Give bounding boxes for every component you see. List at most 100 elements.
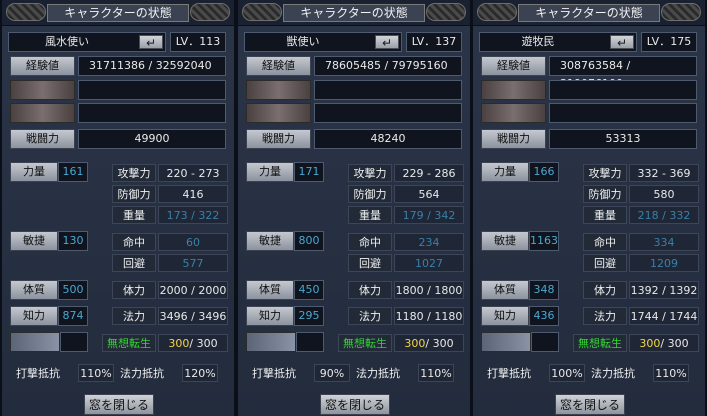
strike-res-value: 110% — [78, 364, 114, 382]
empty-slot-stone — [10, 80, 75, 100]
musou-label: 無想転生 — [102, 334, 156, 352]
atk-label: 攻撃力 — [112, 164, 156, 182]
dex-value: 800 — [294, 231, 324, 251]
level-display: LV．137 — [406, 32, 462, 52]
hp-label: 体力 — [583, 281, 627, 299]
title-bar: キャラクターの状態 — [2, 0, 234, 26]
str-label[interactable]: 力量 — [481, 162, 529, 182]
eva-value: 577 — [158, 254, 228, 272]
dex-label[interactable]: 敏捷 — [10, 231, 58, 251]
int-value: 295 — [294, 306, 324, 326]
eva-label: 回避 — [112, 254, 156, 272]
celtic-ornament-icon — [242, 3, 282, 21]
int-label[interactable]: 知力 — [10, 306, 58, 326]
empty-slot-stone — [246, 103, 311, 123]
def-label: 防御力 — [583, 185, 627, 203]
return-arrow-icon[interactable]: ↵ — [139, 35, 163, 50]
power-value: 53313 — [549, 129, 697, 149]
exp-label: 経験値 — [246, 56, 311, 76]
musou-max: / 300 — [189, 337, 218, 350]
int-value: 436 — [529, 306, 559, 326]
weight-value: 218 / 332 — [629, 206, 699, 224]
character-status-panel: キャラクターの状態 遊牧民 ↵ LV．175 経験値 308763584 / 3… — [471, 0, 707, 416]
weight-label: 重量 — [348, 206, 392, 224]
power-label: 戦闘力 — [246, 129, 311, 149]
str-value: 161 — [58, 162, 88, 182]
toggle-button[interactable] — [481, 332, 531, 352]
close-window-button[interactable]: 窓を閉じる — [320, 394, 390, 415]
con-label[interactable]: 体質 — [481, 280, 529, 300]
toggle-slot — [531, 332, 559, 352]
toggle-button[interactable] — [246, 332, 296, 352]
def-value: 580 — [629, 185, 699, 203]
strike-res-label: 打撃抵抗 — [16, 367, 60, 380]
window-title: キャラクターの状態 — [283, 4, 425, 22]
con-value: 348 — [529, 280, 559, 300]
def-value: 564 — [394, 185, 464, 203]
mp-label: 法力 — [348, 307, 392, 325]
hit-value: 234 — [394, 233, 464, 251]
dex-value: 130 — [58, 231, 88, 251]
eva-value: 1209 — [629, 254, 699, 272]
title-bar: キャラクターの状態 — [473, 0, 705, 26]
exp-label: 経験値 — [10, 56, 75, 76]
return-arrow-icon[interactable]: ↵ — [375, 35, 399, 50]
dex-label[interactable]: 敏捷 — [481, 231, 529, 251]
empty-slot-stone — [481, 103, 546, 123]
magic-res-label: 法力抵抗 — [356, 367, 400, 380]
close-window-button[interactable]: 窓を閉じる — [84, 394, 154, 415]
str-label[interactable]: 力量 — [246, 162, 294, 182]
mp-label: 法力 — [112, 307, 156, 325]
con-value: 450 — [294, 280, 324, 300]
mp-value: 1180 / 1180 — [394, 307, 464, 325]
empty-slot-value — [549, 103, 697, 123]
musou-value: 300/ 300 — [394, 334, 464, 352]
str-value: 171 — [294, 162, 324, 182]
title-bar: キャラクターの状態 — [238, 0, 470, 26]
empty-slot-value — [78, 103, 226, 123]
int-label[interactable]: 知力 — [246, 306, 294, 326]
character-status-panel: キャラクターの状態 獣使い ↵ LV．137 経験値 78605485 / 79… — [236, 0, 472, 416]
celtic-ornament-icon — [661, 3, 701, 21]
def-label: 防御力 — [112, 185, 156, 203]
dex-label[interactable]: 敏捷 — [246, 231, 294, 251]
musou-max: / 300 — [425, 337, 454, 350]
close-window-button[interactable]: 窓を閉じる — [555, 394, 625, 415]
weight-label: 重量 — [112, 206, 156, 224]
musou-max: / 300 — [660, 337, 689, 350]
con-label[interactable]: 体質 — [10, 280, 58, 300]
return-arrow-icon[interactable]: ↵ — [610, 35, 634, 50]
exp-value: 31711386 / 32592040 — [78, 56, 226, 76]
toggle-button[interactable] — [10, 332, 60, 352]
magic-res-value: 110% — [653, 364, 689, 382]
int-value: 874 — [58, 306, 88, 326]
empty-slot-stone — [481, 80, 546, 100]
mp-value: 3496 / 3496 — [158, 307, 228, 325]
int-label[interactable]: 知力 — [481, 306, 529, 326]
exp-value: 308763584 / 319076100 — [549, 56, 697, 90]
eva-value: 1027 — [394, 254, 464, 272]
hit-label: 命中 — [112, 233, 156, 251]
hp-value: 1392 / 1392 — [629, 281, 699, 299]
power-value: 48240 — [314, 129, 462, 149]
atk-label: 攻撃力 — [348, 164, 392, 182]
mp-value: 1744 / 1744 — [629, 307, 699, 325]
hp-value: 2000 / 2000 — [158, 281, 228, 299]
level-display: LV．175 — [641, 32, 697, 52]
exp-label: 経験値 — [481, 56, 546, 76]
empty-slot-value — [78, 80, 226, 100]
musou-current: 300 — [168, 337, 190, 350]
con-label[interactable]: 体質 — [246, 280, 294, 300]
str-value: 166 — [529, 162, 559, 182]
eva-label: 回避 — [348, 254, 392, 272]
def-value: 416 — [158, 185, 228, 203]
atk-value: 220 - 273 — [158, 164, 228, 182]
character-status-panel: キャラクターの状態 風水使い ↵ LV．113 経験値 31711386 / 3… — [0, 0, 236, 416]
hp-label: 体力 — [348, 281, 392, 299]
magic-res-label: 法力抵抗 — [120, 367, 164, 380]
strike-res-label: 打撃抵抗 — [487, 367, 531, 380]
str-label[interactable]: 力量 — [10, 162, 58, 182]
musou-label: 無想転生 — [573, 334, 627, 352]
celtic-ornament-icon — [190, 3, 230, 21]
musou-current: 300 — [639, 337, 661, 350]
